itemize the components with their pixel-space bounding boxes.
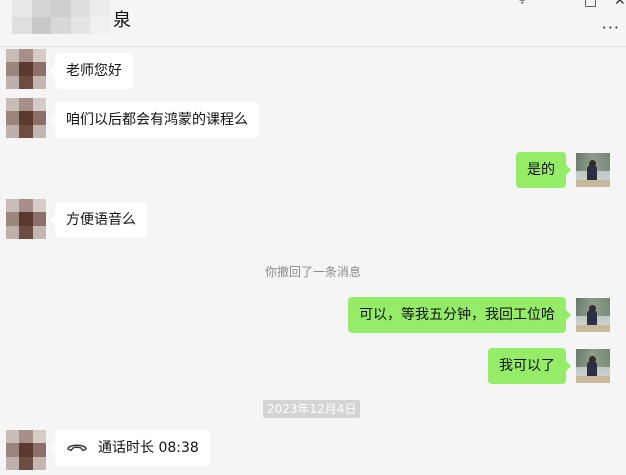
phone-icon (67, 444, 87, 451)
message-bubble-incoming[interactable]: 方便语音么 (50, 202, 147, 238)
message-bubble-incoming[interactable]: 老师您好 (50, 53, 133, 89)
date-separator: 2023年12月4日 (263, 400, 361, 418)
contact-avatar[interactable] (6, 98, 46, 138)
message-bubble-outgoing[interactable]: 是的 (516, 152, 571, 188)
contact-avatar[interactable] (6, 430, 46, 470)
pin-icon[interactable]: ⍖ (518, 0, 526, 8)
chat-title[interactable]: 泉 (113, 6, 131, 32)
contact-name-mosaic (12, 0, 110, 34)
message-bubble-outgoing[interactable]: 我可以了 (488, 348, 571, 384)
contact-avatar[interactable] (6, 199, 46, 239)
contact-avatar[interactable] (6, 49, 46, 89)
maximize-icon[interactable]: □ (584, 0, 597, 8)
recall-notice: 你撤回了一条消息 (264, 265, 361, 279)
message-bubble-incoming[interactable]: 咱们以后都会有鸿蒙的课程么 (50, 102, 259, 138)
more-options-icon[interactable]: ··· (602, 18, 620, 37)
message-bubble-outgoing[interactable]: 可以，等我五分钟，我回工位哈 (348, 297, 571, 333)
my-avatar[interactable] (576, 349, 610, 383)
call-duration-text: 通话时长 08:38 (98, 440, 199, 456)
call-record-bubble[interactable]: 通话时长 08:38 (50, 430, 210, 466)
chat-header: 泉 ⍖ □ ✕ ··· (0, 0, 626, 47)
close-icon[interactable]: ✕ (614, 0, 626, 8)
my-avatar[interactable] (576, 153, 610, 187)
chat-window: 泉 ⍖ □ ✕ ··· 老师您好 咱们以后都会有鸿蒙的课程么 是的 方便语音么 … (0, 0, 626, 475)
my-avatar[interactable] (576, 298, 610, 332)
